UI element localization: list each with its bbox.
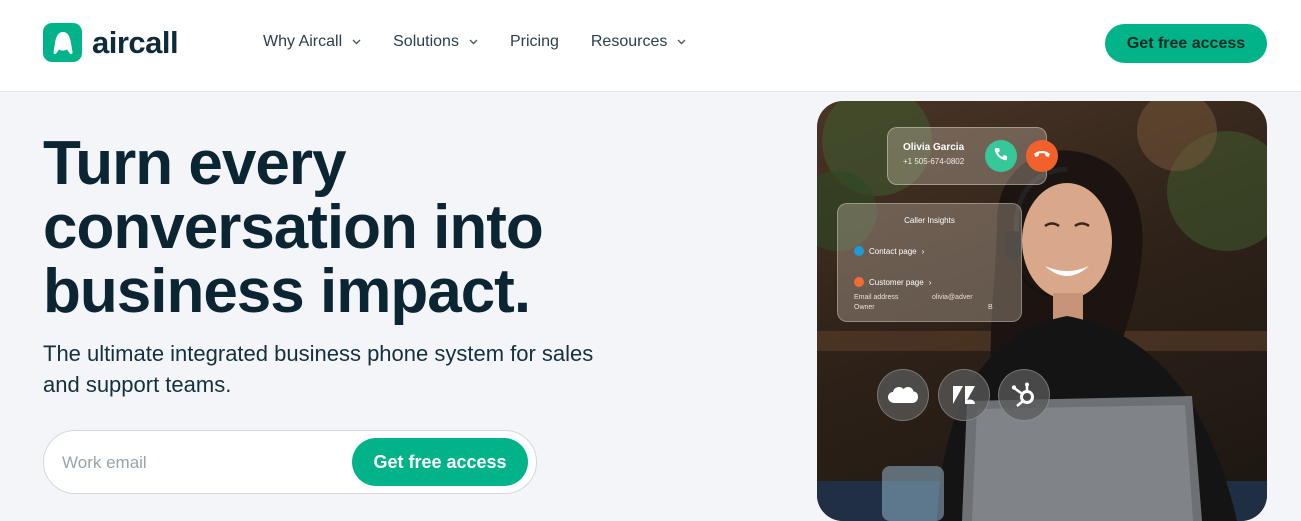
hubspot-icon <box>998 369 1050 421</box>
main-nav: Why Aircall Solutions Pricing Resources <box>263 33 718 51</box>
accept-call-button[interactable] <box>985 140 1017 172</box>
aircall-logo-icon <box>43 23 82 62</box>
nav-item-solutions[interactable]: Solutions <box>393 33 478 51</box>
caller-insights-card: Caller Insights Contact page › Customer … <box>837 203 1022 322</box>
caller-name: Olivia Garcia <box>903 142 965 153</box>
caller-insights-title: Caller Insights <box>904 216 955 225</box>
work-email-input[interactable] <box>60 449 344 477</box>
nav-item-label: Solutions <box>393 33 459 50</box>
hero-subtitle: The ultimate integrated business phone s… <box>43 341 594 397</box>
chevron-down-icon <box>352 39 361 45</box>
chevron-right-icon: › <box>928 277 932 287</box>
nav-item-label: Resources <box>590 33 668 50</box>
hang-up-icon <box>1033 147 1051 165</box>
phone-icon <box>993 146 1009 167</box>
zendesk-icon <box>938 369 990 421</box>
email-address-label: Email address <box>854 294 899 301</box>
hero-image: Olivia Garcia +1 505-674-0802 Caller Ins… <box>817 101 1267 521</box>
hero-title: Turn every conversation into business im… <box>43 129 544 326</box>
hubspot-icon <box>854 277 864 287</box>
nav-item-why-aircall[interactable]: Why Aircall <box>263 33 361 51</box>
nav-item-label: Pricing <box>509 33 559 50</box>
get-free-access-button[interactable]: Get free access <box>1105 24 1267 63</box>
aircall-logo[interactable]: aircall <box>43 23 179 62</box>
customer-page-label: Customer page <box>869 277 924 287</box>
chevron-down-icon <box>469 39 478 45</box>
nav-item-resources[interactable]: Resources <box>591 33 686 51</box>
nav-item-pricing[interactable]: Pricing <box>510 33 559 51</box>
owner-label: Owner <box>854 304 875 311</box>
owner-value: B <box>988 304 993 311</box>
salesforce-icon <box>854 246 864 256</box>
incoming-call-card: Olivia Garcia +1 505-674-0802 <box>887 127 1058 185</box>
chevron-right-icon: › <box>921 246 925 256</box>
nav-item-label: Why Aircall <box>263 33 343 50</box>
form-get-free-access-button[interactable]: Get free access <box>352 438 528 486</box>
customer-page-link[interactable]: Customer page › <box>854 277 931 287</box>
signup-form: Get free access <box>43 430 537 494</box>
top-navigation: aircall Why Aircall Solutions Pricing Re… <box>0 0 1301 92</box>
caller-phone: +1 505-674-0802 <box>903 157 965 166</box>
contact-page-link[interactable]: Contact page › <box>854 246 924 256</box>
brand-name: aircall <box>92 24 179 60</box>
chevron-down-icon <box>677 39 686 45</box>
decline-call-button[interactable] <box>1026 140 1058 172</box>
salesforce-icon <box>877 369 929 421</box>
email-address-value: olivia@adver <box>932 294 973 301</box>
contact-page-label: Contact page <box>869 246 917 256</box>
